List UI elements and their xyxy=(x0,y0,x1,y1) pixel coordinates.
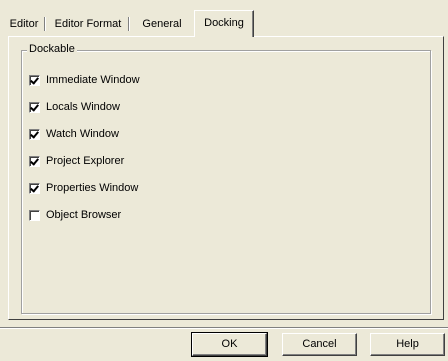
immediate-window-option[interactable]: Immediate Window xyxy=(29,73,140,87)
watch-window-option[interactable]: Watch Window xyxy=(29,127,119,141)
tab-general-label: General xyxy=(142,18,182,30)
ok-button[interactable]: OK xyxy=(191,332,268,357)
tab-editor-format[interactable]: Editor Format xyxy=(48,14,130,34)
watch-window-label: Watch Window xyxy=(46,128,119,140)
help-button[interactable]: Help xyxy=(370,333,445,356)
object-browser-option[interactable]: Object Browser xyxy=(29,208,121,222)
tab-editor-format-label: Editor Format xyxy=(54,18,122,30)
docking-tab-panel: Dockable Immediate Window Locals Window … xyxy=(8,36,444,320)
locals-window-label: Locals Window xyxy=(46,101,120,113)
tab-divider xyxy=(128,17,130,31)
immediate-window-label: Immediate Window xyxy=(46,74,140,86)
project-explorer-checkbox[interactable] xyxy=(29,155,40,167)
button-bar-separator xyxy=(0,327,448,329)
tab-docking-label: Docking xyxy=(204,17,244,29)
tab-general[interactable]: General xyxy=(131,14,193,34)
project-explorer-option[interactable]: Project Explorer xyxy=(29,154,124,168)
options-dialog: Editor Editor Format General Docking Doc… xyxy=(0,0,448,361)
object-browser-label: Object Browser xyxy=(46,209,122,221)
locals-window-option[interactable]: Locals Window xyxy=(29,100,120,114)
object-browser-checkbox[interactable] xyxy=(29,209,40,221)
locals-window-checkbox[interactable] xyxy=(29,101,40,113)
dockable-group-label: Dockable xyxy=(27,43,77,55)
properties-window-checkbox[interactable] xyxy=(29,182,40,194)
tab-editor[interactable]: Editor xyxy=(4,14,46,34)
properties-window-label: Properties Window xyxy=(46,182,139,194)
cancel-button[interactable]: Cancel xyxy=(282,333,357,356)
tab-divider xyxy=(44,17,46,31)
tab-editor-label: Editor xyxy=(9,18,39,30)
immediate-window-checkbox[interactable] xyxy=(29,74,40,86)
project-explorer-label: Project Explorer xyxy=(46,155,125,167)
watch-window-checkbox[interactable] xyxy=(29,128,40,140)
tab-docking[interactable]: Docking xyxy=(194,10,254,37)
properties-window-option[interactable]: Properties Window xyxy=(29,181,138,195)
